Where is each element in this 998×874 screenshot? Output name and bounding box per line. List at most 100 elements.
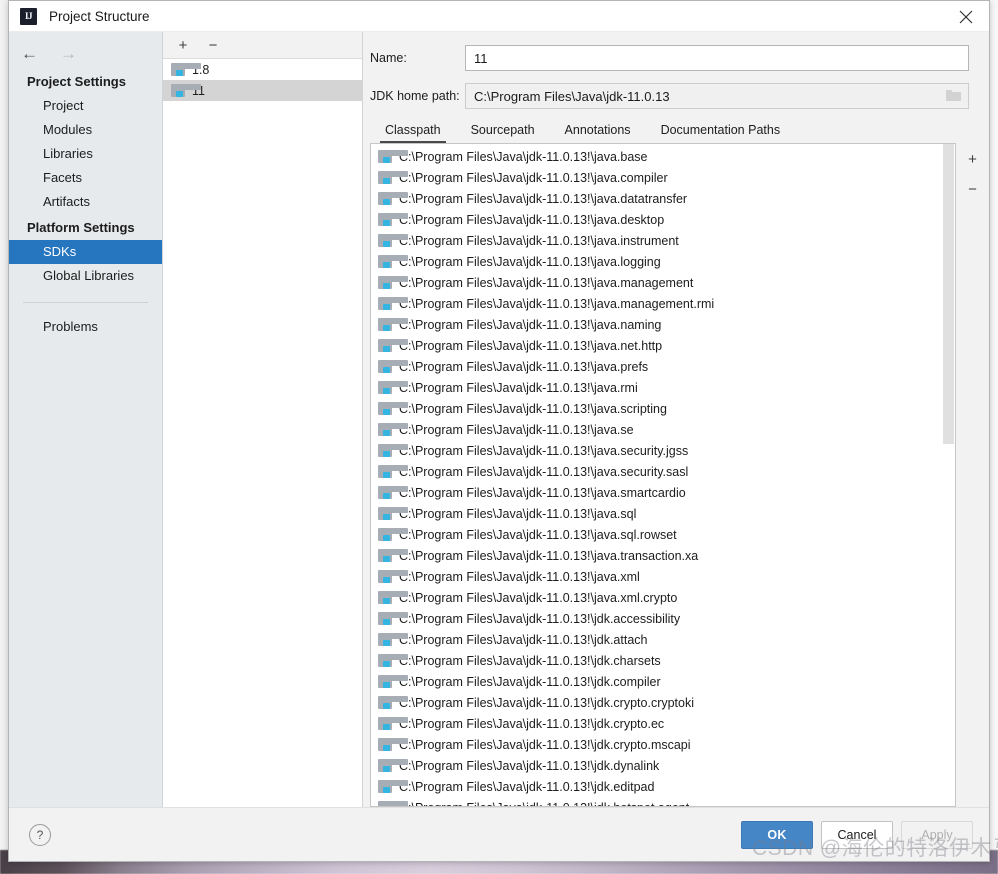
remove-sdk-button[interactable]: −	[203, 35, 223, 55]
classpath-row[interactable]: C:\Program Files\Java\jdk-11.0.13!\java.…	[371, 377, 955, 398]
tab-sourcepath[interactable]: Sourcepath	[456, 123, 550, 143]
sidebar-item-project[interactable]: Project	[9, 94, 162, 118]
arrow-right-icon[interactable]: →	[60, 45, 77, 62]
sidebar-item-libraries[interactable]: Libraries	[9, 142, 162, 166]
remove-classpath-button[interactable]: −	[962, 179, 984, 199]
jdk-home-path-label: JDK home path:	[370, 89, 460, 103]
classpath-row-label: C:\Program Files\Java\jdk-11.0.13!\java.…	[399, 296, 715, 311]
sdk-list-item[interactable]: 11	[163, 80, 362, 101]
classpath-row[interactable]: C:\Program Files\Java\jdk-11.0.13!\java.…	[371, 293, 955, 314]
classpath-row[interactable]: C:\Program Files\Java\jdk-11.0.13!\jdk.c…	[371, 734, 955, 755]
classpath-row-label: C:\Program Files\Java\jdk-11.0.13!\java.…	[399, 212, 665, 227]
jdk-folder-icon	[171, 83, 201, 98]
sidebar-item-facets[interactable]: Facets	[9, 166, 162, 190]
classpath-row[interactable]: C:\Program Files\Java\jdk-11.0.13!\jdk.c…	[371, 671, 955, 692]
intellij-logo-icon: IJ	[20, 7, 37, 25]
help-button[interactable]: ?	[29, 823, 51, 846]
classpath-row[interactable]: C:\Program Files\Java\jdk-11.0.13!\java.…	[371, 545, 955, 566]
classpath-row-label: C:\Program Files\Java\jdk-11.0.13!\java.…	[399, 464, 689, 479]
folder-browse-icon[interactable]	[946, 90, 961, 102]
classpath-row[interactable]: C:\Program Files\Java\jdk-11.0.13!\jdk.d…	[371, 755, 955, 776]
sidebar-item-sdks[interactable]: SDKs	[9, 240, 162, 264]
jdk-folder-icon	[171, 62, 201, 77]
sidebar-item-modules[interactable]: Modules	[9, 118, 162, 142]
module-folder-icon	[378, 233, 408, 248]
apply-button: Apply	[901, 820, 973, 849]
classpath-row-label: C:\Program Files\Java\jdk-11.0.13!\jdk.c…	[399, 674, 661, 689]
module-folder-icon	[378, 506, 408, 521]
classpath-row-label: C:\Program Files\Java\jdk-11.0.13!\jdk.a…	[399, 611, 681, 626]
classpath-row[interactable]: C:\Program Files\Java\jdk-11.0.13!\java.…	[371, 209, 955, 230]
classpath-row[interactable]: C:\Program Files\Java\jdk-11.0.13!\java.…	[371, 566, 955, 587]
module-folder-icon	[378, 170, 408, 185]
classpath-row[interactable]: C:\Program Files\Java\jdk-11.0.13!\java.…	[371, 230, 955, 251]
module-folder-icon	[378, 317, 408, 332]
ok-button[interactable]: OK	[741, 820, 813, 849]
classpath-row[interactable]: C:\Program Files\Java\jdk-11.0.13!\java.…	[371, 482, 955, 503]
classpath-row-label: C:\Program Files\Java\jdk-11.0.13!\java.…	[399, 233, 679, 248]
classpath-scrollbar-thumb[interactable]	[943, 144, 954, 444]
tab-annotations[interactable]: Annotations	[550, 123, 646, 143]
module-folder-icon	[378, 359, 408, 374]
classpath-row[interactable]: C:\Program Files\Java\jdk-11.0.13!\java.…	[371, 440, 955, 461]
settings-sidebar: ← → Project Settings Project Modules Librar…	[9, 32, 163, 807]
classpath-row[interactable]: C:\Program Files\Java\jdk-11.0.13!\jdk.c…	[371, 650, 955, 671]
classpath-row[interactable]: C:\Program Files\Java\jdk-11.0.13!\jdk.e…	[371, 776, 955, 797]
classpath-row-label: C:\Program Files\Java\jdk-11.0.13!\java.…	[399, 527, 677, 542]
classpath-row[interactable]: C:\Program Files\Java\jdk-11.0.13!\java.…	[371, 146, 955, 167]
close-icon[interactable]	[943, 1, 989, 32]
arrow-left-icon[interactable]: ←	[21, 45, 38, 62]
cancel-button[interactable]: Cancel	[821, 820, 893, 849]
classpath-row[interactable]: C:\Program Files\Java\jdk-11.0.13!\java.…	[371, 461, 955, 482]
sdk-list: 1.8 11	[163, 59, 362, 807]
module-folder-icon	[378, 275, 408, 290]
classpath-row-label: C:\Program Files\Java\jdk-11.0.13!\java.…	[399, 506, 637, 521]
classpath-row[interactable]: C:\Program Files\Java\jdk-11.0.13!\jdk.c…	[371, 692, 955, 713]
classpath-row[interactable]: C:\Program Files\Java\jdk-11.0.13!\java.…	[371, 419, 955, 440]
classpath-row[interactable]: C:\Program Files\Java\jdk-11.0.13!\jdk.a…	[371, 608, 955, 629]
classpath-scrollbar[interactable]	[942, 144, 955, 806]
classpath-row[interactable]: C:\Program Files\Java\jdk-11.0.13!\java.…	[371, 356, 955, 377]
classpath-row[interactable]: C:\Program Files\Java\jdk-11.0.13!\java.…	[371, 314, 955, 335]
classpath-row[interactable]: C:\Program Files\Java\jdk-11.0.13!\java.…	[371, 188, 955, 209]
name-label: Name:	[370, 51, 407, 65]
module-folder-icon	[378, 401, 408, 416]
sdk-list-item[interactable]: 1.8	[163, 59, 362, 80]
module-folder-icon	[378, 674, 408, 689]
classpath-row-label: C:\Program Files\Java\jdk-11.0.13!\java.…	[399, 401, 667, 416]
classpath-row[interactable]: C:\Program Files\Java\jdk-11.0.13!\java.…	[371, 524, 955, 545]
name-input[interactable]: 11	[465, 45, 969, 71]
classpath-row[interactable]: C:\Program Files\Java\jdk-11.0.13!\java.…	[371, 272, 955, 293]
sidebar-item-artifacts[interactable]: Artifacts	[9, 190, 162, 214]
module-folder-icon	[378, 212, 408, 227]
sidebar-item-problems[interactable]: Problems	[9, 315, 162, 339]
module-folder-icon	[378, 485, 408, 500]
add-sdk-button[interactable]: +	[173, 35, 193, 55]
classpath-row-label: C:\Program Files\Java\jdk-11.0.13!\java.…	[399, 275, 694, 290]
sdk-list-toolbar: + −	[163, 32, 362, 59]
classpath-row-label: C:\Program Files\Java\jdk-11.0.13!\java.…	[399, 317, 662, 332]
classpath-row[interactable]: C:\Program Files\Java\jdk-11.0.13!\java.…	[371, 398, 955, 419]
classpath-side-toolbar: + −	[956, 143, 989, 807]
classpath-row[interactable]: C:\Program Files\Java\jdk-11.0.13!\jdk.a…	[371, 629, 955, 650]
module-folder-icon	[378, 779, 408, 794]
module-folder-icon	[378, 338, 408, 353]
classpath-row[interactable]: C:\Program Files\Java\jdk-11.0.13!\java.…	[371, 251, 955, 272]
module-folder-icon	[378, 716, 408, 731]
sidebar-item-global-libraries[interactable]: Global Libraries	[9, 264, 162, 288]
add-classpath-button[interactable]: +	[962, 149, 984, 169]
classpath-row[interactable]: C:\Program Files\Java\jdk-11.0.13!\java.…	[371, 503, 955, 524]
tab-documentation-paths[interactable]: Documentation Paths	[646, 123, 796, 143]
module-folder-icon	[378, 758, 408, 773]
classpath-row[interactable]: C:\Program Files\Java\jdk-11.0.13!\java.…	[371, 335, 955, 356]
tab-classpath[interactable]: Classpath	[370, 123, 456, 143]
classpath-row[interactable]: C:\Program Files\Java\jdk-11.0.13!\jdk.h…	[371, 797, 955, 806]
classpath-row-label: C:\Program Files\Java\jdk-11.0.13!\jdk.a…	[399, 632, 648, 647]
classpath-row[interactable]: C:\Program Files\Java\jdk-11.0.13!\java.…	[371, 167, 955, 188]
jdk-home-path-input[interactable]: C:\Program Files\Java\jdk-11.0.13	[465, 83, 969, 109]
classpath-row[interactable]: C:\Program Files\Java\jdk-11.0.13!\jdk.c…	[371, 713, 955, 734]
jdk-home-path-row: JDK home path: C:\Program Files\Java\jdk…	[363, 82, 989, 110]
classpath-row[interactable]: C:\Program Files\Java\jdk-11.0.13!\java.…	[371, 587, 955, 608]
detail-tabs: Classpath Sourcepath Annotations Documentat…	[363, 110, 989, 143]
classpath-row-label: C:\Program Files\Java\jdk-11.0.13!\java.…	[399, 422, 634, 437]
